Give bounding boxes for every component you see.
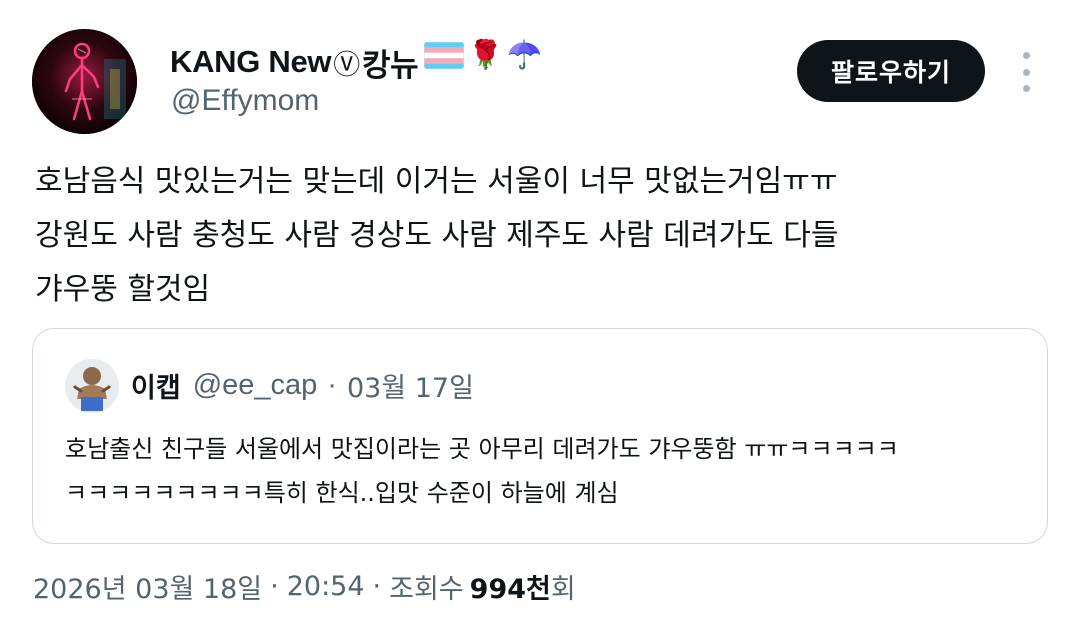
author-handle[interactable]: @Effymom bbox=[171, 84, 319, 118]
separator-dot: · bbox=[372, 570, 382, 602]
more-dot bbox=[1022, 68, 1030, 76]
views-count: 994천 bbox=[469, 573, 551, 605]
quoted-text-line: 호남출신 친구들 서울에서 맛집이라는 곳 아무리 데려가도 갸우뚱함 ㅠㅠㅋㅋ… bbox=[65, 435, 899, 463]
tweet-detail: KANG New Ⓥ 캉뉴 🌹 ☂️ @Effymom 팔로우하기 호남음식 맛… bbox=[0, 0, 1080, 629]
tweet-date[interactable]: 2026년 03월 18일 bbox=[33, 567, 262, 606]
follow-button[interactable]: 팔로우하기 bbox=[797, 40, 985, 102]
separator-dot: · bbox=[327, 368, 337, 401]
author-avatar[interactable] bbox=[32, 29, 137, 134]
more-dot bbox=[1022, 52, 1030, 59]
more-dot bbox=[1022, 85, 1030, 92]
tweet-time[interactable]: 20:54 bbox=[287, 571, 365, 602]
quoted-author-name[interactable]: 이캡 bbox=[131, 366, 181, 405]
tweet-meta: 2026년 03월 18일 · 20:54 · 조회수 994천 회 bbox=[33, 561, 576, 611]
author-name-row[interactable]: KANG New Ⓥ 캉뉴 🌹 ☂️ bbox=[170, 40, 542, 84]
quoted-author-avatar[interactable] bbox=[65, 359, 119, 413]
more-options-icon[interactable] bbox=[1013, 52, 1039, 92]
quoted-tweet-card[interactable]: 이캡 @ee_cap · 03월 17일 호남출신 친구들 서울에서 맛집이라는… bbox=[32, 328, 1048, 544]
transgender-flag-icon bbox=[424, 41, 465, 69]
views-suffix: 회 bbox=[550, 573, 576, 605]
author-name-mark: Ⓥ bbox=[333, 49, 360, 80]
tweet-text: 호남음식 맛있는거는 맞는데 이거는 서울이 너무 맛없는거임ㅠㅠ 강원도 사람… bbox=[35, 155, 1045, 317]
separator-dot: · bbox=[270, 570, 279, 602]
quoted-author-handle[interactable]: @ee_cap bbox=[193, 369, 318, 402]
tweet-text-line: 호남음식 맛있는거는 맞는데 이거는 서울이 너무 맛없는거임ㅠㅠ bbox=[35, 164, 838, 199]
quoted-tweet-date[interactable]: 03월 17일 bbox=[347, 366, 474, 405]
rose-icon: 🌹 bbox=[468, 38, 504, 71]
author-name-suffix: 캉뉴 bbox=[361, 47, 419, 83]
views-prefix: 조회수 bbox=[389, 573, 464, 605]
author-display-name[interactable]: KANG New bbox=[170, 44, 332, 80]
tweet-text-line: 강원도 사람 충청도 사람 경상도 사람 제주도 사람 데려가도 다들 bbox=[35, 218, 839, 253]
quoted-text-line: ㅋㅋㅋㅋㅋㅋㅋㅋㅋ특히 한식..입맛 수준이 하늘에 계심 bbox=[65, 479, 619, 507]
quoted-tweet-text: 호남출신 친구들 서울에서 맛집이라는 곳 아무리 데려가도 갸우뚱함 ㅠㅠㅋㅋ… bbox=[65, 427, 1025, 515]
tweet-text-line: 갸우뚱 할것임 bbox=[35, 272, 211, 307]
umbrella-icon: ☂️ bbox=[507, 38, 543, 71]
quoted-tweet-header: 이캡 @ee_cap · 03월 17일 bbox=[131, 363, 474, 407]
